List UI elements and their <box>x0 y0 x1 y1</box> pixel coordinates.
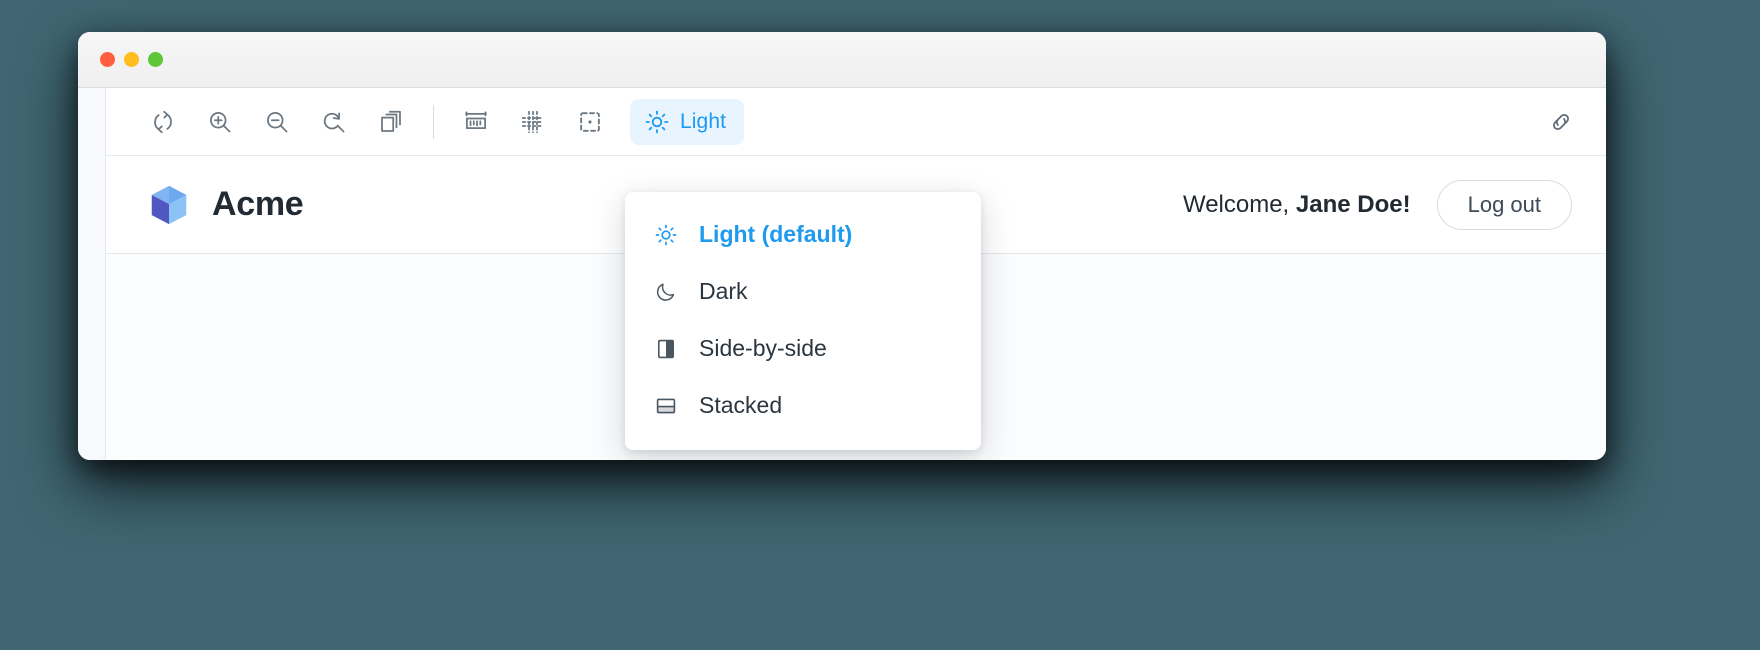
refresh-icon <box>149 108 177 136</box>
menu-item-label: Side-by-side <box>699 335 827 361</box>
grid-button[interactable] <box>510 99 556 145</box>
welcome-message: Welcome, Jane Doe! <box>1183 191 1411 219</box>
brand-name: Acme <box>212 185 304 223</box>
ruler-icon <box>462 108 490 136</box>
window-body: Light Acme Welcome, Jane Doe! Log out Li… <box>78 88 1606 460</box>
duplicate-button[interactable] <box>368 99 414 145</box>
maximize-button[interactable] <box>148 52 163 67</box>
theme-menu: Light (default) Dark Side-by-side Stacke… <box>625 192 981 450</box>
theme-toggle-button[interactable]: Light <box>630 98 745 145</box>
stacked-icon <box>653 393 679 419</box>
copy-link-button[interactable] <box>1538 99 1584 145</box>
measure-button[interactable] <box>453 99 499 145</box>
grid-icon <box>519 108 547 136</box>
header-right: Welcome, Jane Doe! Log out <box>1183 179 1572 230</box>
zoom-out-icon <box>263 108 291 136</box>
sun-icon <box>653 222 679 248</box>
brand[interactable]: Acme <box>146 182 304 228</box>
menu-item-label: Dark <box>699 278 748 304</box>
sun-icon <box>644 109 670 135</box>
menu-item-label: Stacked <box>699 392 783 418</box>
menu-item-light[interactable]: Light (default) <box>625 206 981 263</box>
menu-item-label: Light (default) <box>699 221 853 247</box>
focus-button[interactable] <box>567 99 613 145</box>
zoom-in-icon <box>206 108 234 136</box>
side-by-side-icon <box>653 336 679 362</box>
cube-logo-icon <box>146 182 192 228</box>
left-rail <box>78 88 106 460</box>
focus-select-icon <box>576 108 604 136</box>
browser-window: Light Acme Welcome, Jane Doe! Log out Li… <box>78 32 1606 460</box>
moon-icon <box>653 279 679 305</box>
zoom-out-button[interactable] <box>254 99 300 145</box>
logout-button[interactable]: Log out <box>1436 179 1572 230</box>
close-button[interactable] <box>100 52 115 67</box>
link-icon <box>1547 108 1575 136</box>
menu-item-dark[interactable]: Dark <box>625 263 981 320</box>
user-name: Jane Doe! <box>1295 190 1411 218</box>
refresh-button[interactable] <box>140 99 186 145</box>
toolbar: Light <box>106 88 1606 156</box>
menu-item-side-by-side[interactable]: Side-by-side <box>625 320 981 377</box>
menu-item-stacked[interactable]: Stacked <box>625 377 981 434</box>
reset-zoom-button[interactable] <box>311 99 357 145</box>
copy-layers-icon <box>377 108 405 136</box>
theme-toggle-label: Light <box>680 109 727 133</box>
toolbar-divider <box>433 104 434 139</box>
window-titlebar <box>78 32 1606 88</box>
welcome-prefix: Welcome, <box>1182 190 1296 218</box>
main-column: Light Acme Welcome, Jane Doe! Log out Li… <box>106 88 1606 460</box>
zoom-in-button[interactable] <box>197 99 243 145</box>
minimize-button[interactable] <box>124 52 139 67</box>
reset-zoom-icon <box>320 108 348 136</box>
